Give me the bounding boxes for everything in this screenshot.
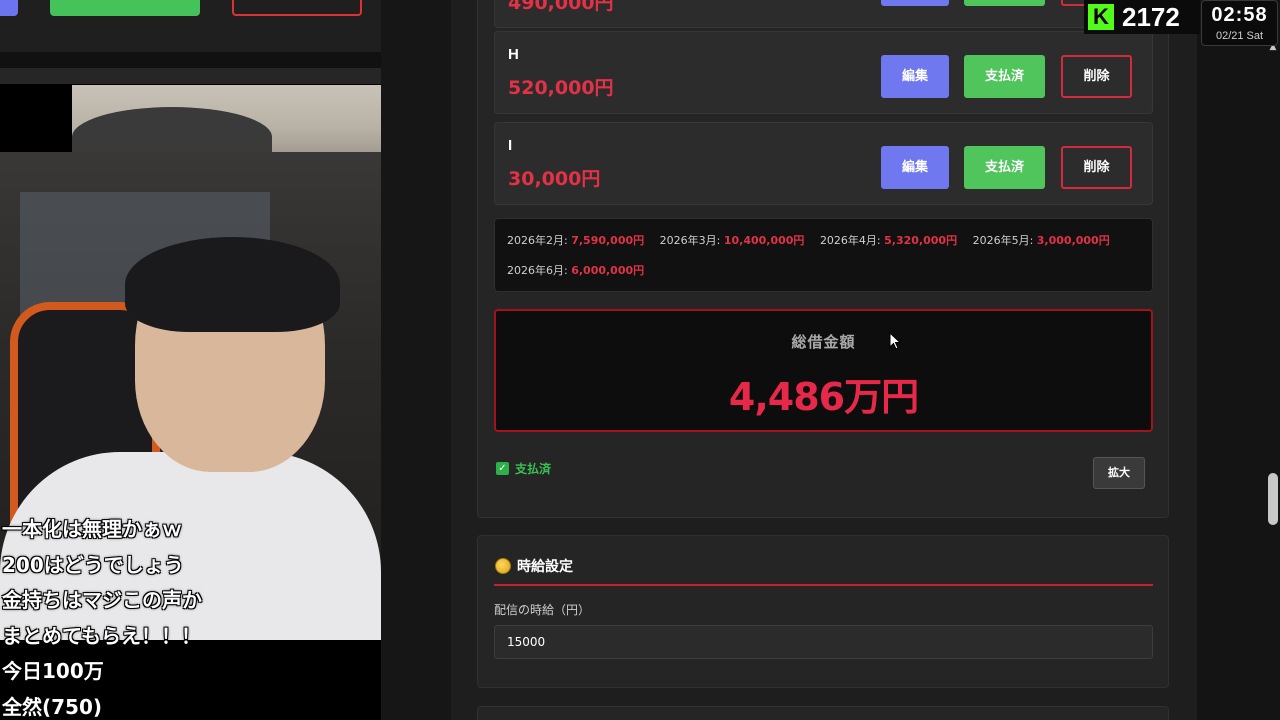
edit-button[interactable] [881, 0, 949, 6]
debt-amount: 490,000円 [508, 0, 614, 14]
money-bag-icon [495, 558, 511, 574]
monthly-item: 2026年5月: 3,000,000円 [973, 234, 1110, 247]
monthly-item: 2026年3月: 10,400,000円 [660, 234, 805, 247]
clock-widget: 02:58 02/21 Sat [1201, 0, 1278, 46]
delete-button-remnant [232, 0, 362, 16]
kick-logo-icon: K [1088, 4, 1114, 30]
hourly-wage-label: 配信の時給（円） [494, 603, 591, 617]
month-label: 2026年2月: [507, 234, 572, 247]
hourly-wage-input[interactable]: 15000 [494, 625, 1153, 659]
paid-filter-label: 支払済 [515, 462, 552, 476]
scrollbar[interactable] [1266, 40, 1280, 720]
paid-button-remnant [50, 0, 200, 16]
month-label: 2026年4月: [819, 234, 885, 247]
delete-button[interactable]: 削除 [1061, 55, 1132, 98]
section-divider [494, 584, 1153, 586]
black-panel [0, 84, 72, 154]
wage-section-title: 時給設定 [495, 556, 573, 576]
month-value: 7,590,000円 [571, 234, 645, 247]
monthly-line: 2026年2月: 7,590,000円 2026年3月: 10,400,000円… [507, 231, 1140, 261]
page-gutter [381, 0, 451, 720]
month-value: 6,000,000円 [571, 264, 645, 277]
screen: 一本化は無理かぁｗ 200はどうでしょう 金持ちはマジこの声か まとめてもらえ！… [0, 0, 1280, 720]
debt-row: I 30,000円 編集 支払済 削除 [494, 122, 1153, 205]
chat-message: 金持ちはマジこの声か [2, 588, 202, 612]
monthly-item: 2026年6月: 6,000,000円 [507, 264, 644, 277]
viewer-count: 2172 [1122, 1, 1180, 32]
debt-name: H [508, 46, 519, 63]
paid-filter-toggle[interactable]: ✓ 支払済 [496, 460, 551, 477]
edit-button[interactable]: 編集 [881, 55, 949, 98]
monthly-item: 2026年2月: 7,590,000円 [507, 234, 644, 247]
stream-column: 一本化は無理かぁｗ 200はどうでしょう 金持ちはマジこの声か まとめてもらえ！… [0, 0, 381, 720]
monthly-item: 2026年4月: 5,320,000円 [820, 234, 957, 247]
delete-button[interactable]: 削除 [1061, 146, 1132, 189]
total-debt-label: 総借金額 [791, 333, 856, 351]
chat-message: 一本化は無理かぁｗ [2, 517, 182, 541]
chat-message: 今日100万 [2, 659, 104, 683]
camera-feed-secondary [72, 85, 381, 155]
paid-button[interactable] [964, 0, 1045, 6]
chat-message: 全然(750) [2, 694, 103, 719]
debt-row: H 520,000円 編集 支払済 削除 [494, 31, 1153, 114]
clock-date: 02/21 Sat [1215, 30, 1264, 42]
edit-button[interactable]: 編集 [881, 146, 949, 189]
month-value: 10,400,000円 [723, 234, 805, 247]
paid-button[interactable]: 支払済 [964, 146, 1045, 189]
divider [0, 52, 381, 68]
month-label: 2026年6月: [507, 264, 572, 277]
kick-viewer-badge: K 2172 [1084, 0, 1200, 34]
edit-button-remnant [0, 0, 18, 16]
next-card [477, 706, 1169, 720]
debt-tracker-app: 490,000円 H 520,000円 編集 支払済 削除 I 30,000円 … [451, 0, 1197, 720]
camera-subject-hair [72, 107, 272, 155]
chat-overlay: 一本化は無理かぁｗ 200はどうでしょう 金持ちはマジこの声か まとめてもらえ！… [0, 512, 381, 720]
monthly-breakdown: 2026年2月: 7,590,000円 2026年3月: 10,400,000円… [494, 218, 1153, 292]
scrollbar-thumb[interactable] [1268, 473, 1278, 525]
chat-message: まとめてもらえ！！！ [2, 623, 201, 648]
month-label: 2026年5月: [972, 234, 1037, 247]
month-value: 5,320,000円 [884, 234, 958, 247]
chat-message: 200はどうでしょう [2, 552, 184, 577]
paid-button[interactable]: 支払済 [964, 55, 1045, 98]
streamer-hair [125, 237, 340, 332]
checkbox-checked-icon[interactable]: ✓ [496, 462, 509, 475]
month-label: 2026年3月: [659, 234, 724, 247]
debt-amount: 520,000円 [508, 77, 614, 99]
debt-row-partial: 490,000円 [494, 0, 1153, 28]
previous-app-remnant [0, 0, 381, 52]
total-debt-panel: 総借金額 4,486万円 [494, 309, 1153, 432]
clock-time: 02:58 [1211, 4, 1268, 26]
debt-amount: 30,000円 [508, 168, 601, 190]
debt-name: I [508, 137, 513, 154]
expand-button[interactable]: 拡大 [1093, 457, 1145, 489]
total-debt-value: 4,486万円 [728, 375, 919, 419]
month-value: 3,000,000円 [1036, 234, 1110, 247]
wage-title: 時給設定 [517, 559, 573, 575]
divider-band [0, 68, 381, 84]
monthly-line: 2026年6月: 6,000,000円 [507, 261, 1140, 291]
